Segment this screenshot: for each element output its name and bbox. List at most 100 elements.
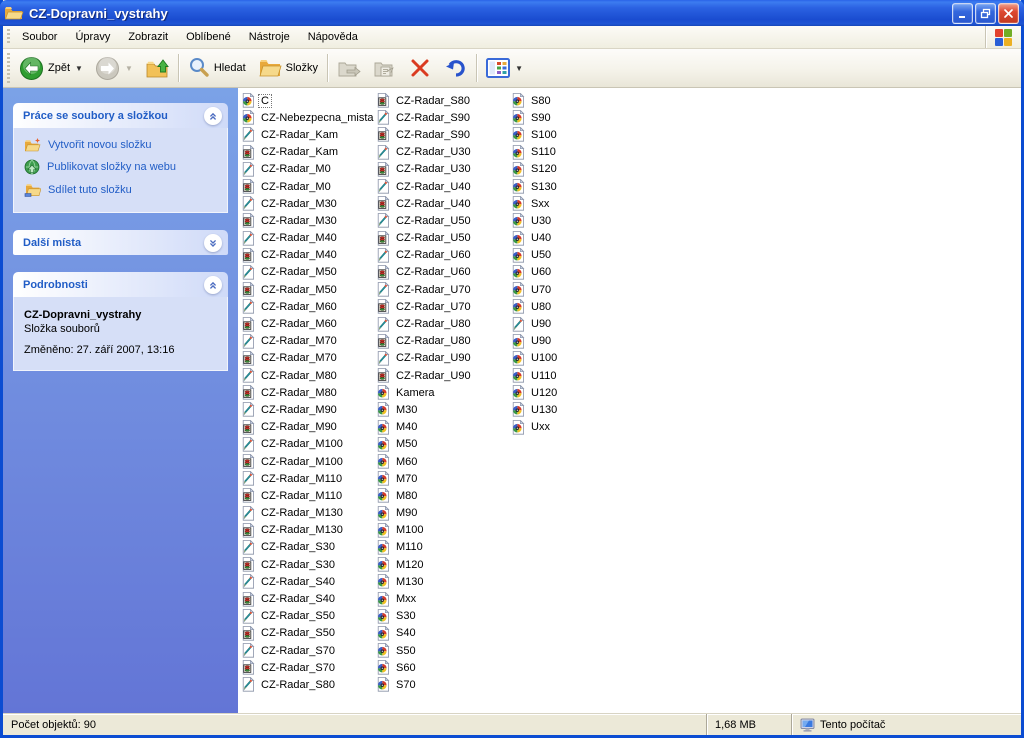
file-item[interactable]: Uxx <box>510 419 645 436</box>
file-item[interactable]: U90 <box>510 315 645 332</box>
file-item[interactable]: M70 <box>375 470 510 487</box>
other-places-header[interactable]: Další místa <box>13 230 228 255</box>
back-button[interactable]: Zpět ▼ <box>13 52 89 84</box>
file-item[interactable]: M90 <box>375 505 510 522</box>
file-item[interactable]: U110 <box>510 367 645 384</box>
file-item[interactable]: CZ-Radar_U50 <box>375 230 510 247</box>
file-item[interactable]: S50 <box>375 642 510 659</box>
file-item[interactable]: CZ-Radar_U60 <box>375 247 510 264</box>
file-item[interactable]: CZ-Radar_M90 <box>240 419 375 436</box>
file-item[interactable]: CZ-Radar_U40 <box>375 195 510 212</box>
file-item[interactable]: U120 <box>510 384 645 401</box>
delete-button[interactable] <box>403 52 437 84</box>
file-item[interactable]: CZ-Radar_M30 <box>240 212 375 229</box>
file-item[interactable]: CZ-Radar_S80 <box>240 676 375 693</box>
minimize-button[interactable] <box>952 3 973 24</box>
views-dropdown-icon[interactable]: ▼ <box>515 64 523 73</box>
file-item[interactable]: CZ-Radar_S30 <box>240 556 375 573</box>
file-item[interactable]: CZ-Radar_U70 <box>375 281 510 298</box>
file-item[interactable]: Kamera <box>375 384 510 401</box>
file-item[interactable]: CZ-Radar_U90 <box>375 367 510 384</box>
collapse-button[interactable] <box>204 107 222 125</box>
file-item[interactable]: CZ-Radar_U60 <box>375 264 510 281</box>
restore-button[interactable] <box>975 3 996 24</box>
file-item[interactable]: M60 <box>375 453 510 470</box>
file-item[interactable]: U30 <box>510 212 645 229</box>
file-item[interactable]: CZ-Radar_U50 <box>375 212 510 229</box>
menu-zobrazit[interactable]: Zobrazit <box>119 26 177 48</box>
file-item[interactable]: M40 <box>375 419 510 436</box>
file-item[interactable]: CZ-Radar_S90 <box>375 126 510 143</box>
file-item[interactable]: C <box>240 92 375 109</box>
file-item[interactable]: M50 <box>375 436 510 453</box>
file-item[interactable]: CZ-Radar_S80 <box>375 92 510 109</box>
file-item[interactable]: M30 <box>375 401 510 418</box>
file-item[interactable]: S40 <box>375 625 510 642</box>
file-item[interactable]: CZ-Radar_M90 <box>240 401 375 418</box>
file-item[interactable]: U100 <box>510 350 645 367</box>
file-item[interactable]: CZ-Radar_S90 <box>375 109 510 126</box>
file-item[interactable]: M130 <box>375 573 510 590</box>
collapse-button[interactable] <box>204 276 222 294</box>
file-item[interactable]: CZ-Radar_U30 <box>375 161 510 178</box>
file-item[interactable]: CZ-Radar_M30 <box>240 195 375 212</box>
close-button[interactable] <box>998 3 1019 24</box>
file-item[interactable]: CZ-Radar_M0 <box>240 161 375 178</box>
file-item[interactable]: CZ-Radar_S40 <box>240 573 375 590</box>
file-item[interactable]: M110 <box>375 539 510 556</box>
file-item[interactable]: CZ-Radar_S50 <box>240 625 375 642</box>
details-header[interactable]: Podrobnosti <box>13 272 228 297</box>
file-tasks-header[interactable]: Práce se soubory a složkou <box>13 103 228 128</box>
file-item[interactable]: S30 <box>375 608 510 625</box>
file-item[interactable]: M100 <box>375 522 510 539</box>
file-item[interactable]: CZ-Radar_M0 <box>240 178 375 195</box>
file-item[interactable]: CZ-Radar_U90 <box>375 350 510 367</box>
undo-button[interactable] <box>437 52 473 84</box>
file-item[interactable]: CZ-Radar_U30 <box>375 144 510 161</box>
file-item[interactable]: CZ-Radar_M60 <box>240 315 375 332</box>
views-button[interactable]: ▼ <box>480 52 529 84</box>
file-item[interactable]: S80 <box>510 92 645 109</box>
file-item[interactable]: S70 <box>375 676 510 693</box>
menu-nastroje[interactable]: Nástroje <box>240 26 299 48</box>
file-item[interactable]: U60 <box>510 264 645 281</box>
menubar-grip[interactable] <box>5 29 12 45</box>
file-item[interactable]: CZ-Radar_U80 <box>375 315 510 332</box>
file-item[interactable]: S130 <box>510 178 645 195</box>
file-item[interactable]: CZ-Radar_M50 <box>240 264 375 281</box>
file-item[interactable]: CZ-Radar_M130 <box>240 505 375 522</box>
file-item[interactable]: CZ-Radar_M50 <box>240 281 375 298</box>
file-item[interactable]: M80 <box>375 487 510 504</box>
menu-oblibene[interactable]: Oblíbené <box>177 26 240 48</box>
file-item[interactable]: CZ-Radar_M110 <box>240 487 375 504</box>
back-dropdown-icon[interactable]: ▼ <box>75 64 83 73</box>
file-item[interactable]: CZ-Radar_S40 <box>240 590 375 607</box>
file-item[interactable]: CZ-Radar_M80 <box>240 367 375 384</box>
menu-soubor[interactable]: Soubor <box>13 26 66 48</box>
file-item[interactable]: CZ-Radar_M40 <box>240 230 375 247</box>
file-item[interactable]: CZ-Radar_S30 <box>240 539 375 556</box>
menu-upravy[interactable]: Úpravy <box>66 26 119 48</box>
file-item[interactable]: CZ-Radar_Kam <box>240 126 375 143</box>
file-item[interactable]: S100 <box>510 126 645 143</box>
file-item[interactable]: CZ-Radar_U70 <box>375 298 510 315</box>
file-item[interactable]: U90 <box>510 333 645 350</box>
file-item[interactable]: U50 <box>510 247 645 264</box>
up-button[interactable] <box>139 52 175 84</box>
file-item[interactable]: CZ-Radar_M100 <box>240 436 375 453</box>
search-button[interactable]: Hledat <box>182 52 252 84</box>
file-item[interactable]: U80 <box>510 298 645 315</box>
file-item[interactable]: CZ-Radar_S50 <box>240 608 375 625</box>
file-item[interactable]: S60 <box>375 659 510 676</box>
file-item[interactable]: CZ-Radar_S70 <box>240 659 375 676</box>
folders-button[interactable]: Složky <box>252 52 324 84</box>
file-item[interactable]: CZ-Radar_U80 <box>375 333 510 350</box>
file-item[interactable]: S90 <box>510 109 645 126</box>
file-item[interactable]: CZ-Radar_M130 <box>240 522 375 539</box>
task-share-folder[interactable]: Sdílet tuto složku <box>24 182 219 197</box>
file-item[interactable]: M120 <box>375 556 510 573</box>
toolbar-grip[interactable] <box>5 53 12 83</box>
file-item[interactable]: S110 <box>510 144 645 161</box>
file-item[interactable]: S120 <box>510 161 645 178</box>
task-create-folder[interactable]: Vytvořit novou složku <box>24 137 219 152</box>
